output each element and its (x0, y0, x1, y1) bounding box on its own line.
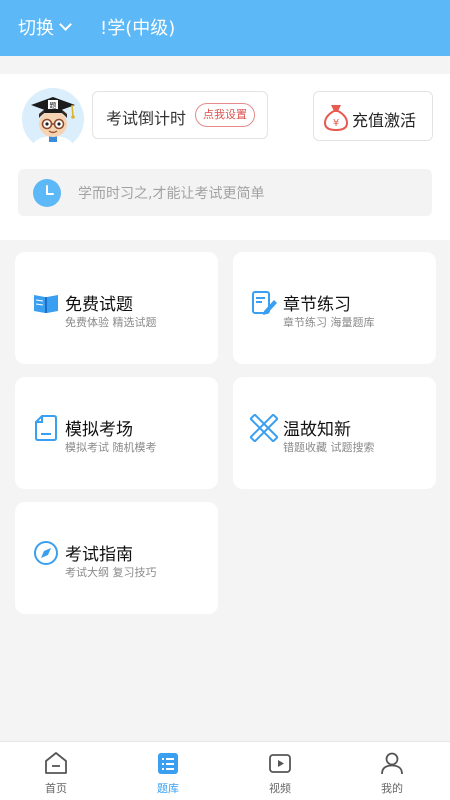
subject-title: !学(中级) (100, 18, 176, 39)
svg-text:题: 题 (50, 102, 57, 110)
profile-icon (381, 752, 403, 775)
bottom-tab-bar: 首页 题库 视频 我的 (0, 741, 450, 800)
card-review[interactable]: 温故知新 错题收藏 试题搜索 (233, 377, 436, 489)
spacer (0, 56, 450, 74)
motto-banner: 学而时习之,才能让考试更简单 (18, 169, 432, 216)
tab-label: 题库 (157, 782, 179, 795)
student-avatar-icon: 题 (22, 88, 84, 150)
switch-subject-button[interactable]: 切换 (18, 14, 72, 40)
card-exam-guide[interactable]: 考试指南 考试大纲 复习技巧 (15, 502, 218, 614)
clock-icon (33, 179, 61, 207)
avatar[interactable]: 题 (22, 88, 84, 150)
tab-question-bank[interactable]: 题库 (112, 742, 224, 800)
chevron-down-icon (59, 18, 72, 31)
svg-text:¥: ¥ (333, 118, 339, 129)
question-bank-icon (158, 753, 178, 774)
card-desc: 免费体验 精选试题 (65, 316, 157, 329)
tab-home[interactable]: 首页 (0, 742, 112, 800)
recharge-activate-button[interactable]: ¥ 充值激活 (313, 91, 433, 141)
money-bag-icon: ¥ (323, 105, 349, 132)
tab-label: 视频 (269, 782, 291, 795)
ruler-pencil-icon (250, 414, 278, 442)
card-title: 章节练习 (283, 295, 351, 315)
tab-label: 首页 (45, 782, 67, 795)
countdown-label: 考试倒计时 (106, 109, 187, 128)
card-mock-exam[interactable]: 模拟考场 模拟考试 随机模考 (15, 377, 218, 489)
card-chapter-practice[interactable]: 章节练习 章节练习 海量题库 (233, 252, 436, 364)
card-desc: 考试大纲 复习技巧 (65, 566, 157, 579)
tab-video[interactable]: 视频 (224, 742, 336, 800)
switch-label: 切换 (18, 18, 54, 39)
compass-icon (34, 541, 58, 565)
tab-profile[interactable]: 我的 (336, 742, 448, 800)
motto-text: 学而时习之,才能让考试更简单 (78, 186, 265, 202)
card-desc: 模拟考试 随机模考 (65, 441, 157, 454)
open-book-icon (34, 295, 58, 313)
document-pen-icon (252, 291, 277, 315)
tab-label: 我的 (381, 782, 403, 795)
exam-countdown: 考试倒计时 点我设置 (92, 91, 268, 139)
card-free-questions[interactable]: 免费试题 免费体验 精选试题 (15, 252, 218, 364)
card-title: 免费试题 (65, 295, 133, 315)
card-title: 模拟考场 (65, 420, 133, 440)
card-title: 考试指南 (65, 545, 133, 565)
set-countdown-button[interactable]: 点我设置 (195, 103, 255, 127)
card-desc: 错题收藏 试题搜索 (283, 441, 375, 454)
recharge-label: 充值激活 (352, 111, 417, 130)
top-bar: 切换 !学(中级) (0, 0, 450, 56)
video-icon (269, 754, 291, 773)
card-desc: 章节练习 海量题库 (283, 316, 375, 329)
home-icon (45, 752, 67, 774)
document-icon (35, 415, 57, 441)
card-title: 温故知新 (283, 420, 351, 440)
